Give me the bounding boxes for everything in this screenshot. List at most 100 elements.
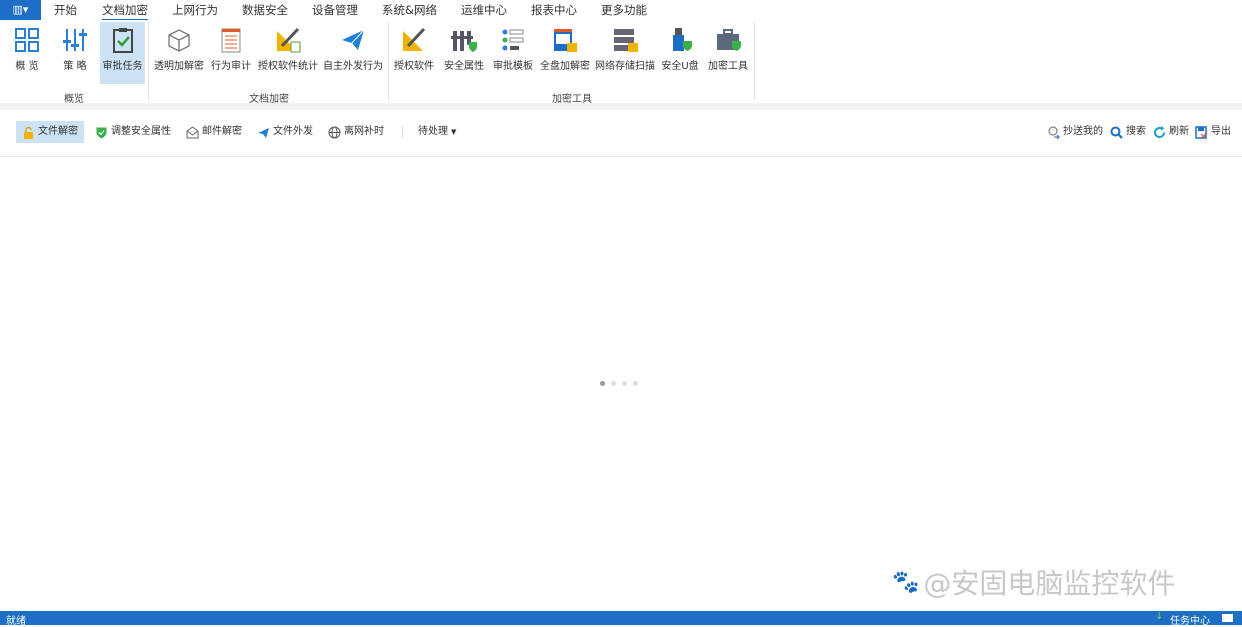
policy-button[interactable]: 策 略 — [56, 22, 94, 84]
clipboard-check-icon — [112, 28, 133, 53]
licensed-software-button[interactable]: 授权软件 — [393, 22, 435, 84]
status-bar: 就绪 ↓ 任务中心 — [0, 611, 1242, 627]
tab-data-security[interactable]: 数据安全 — [242, 2, 288, 18]
report-list-icon — [221, 28, 241, 53]
export-label: 导出 — [1211, 126, 1231, 137]
file-decrypt-label: 文件解密 — [38, 126, 78, 137]
status-filter-dropdown[interactable]: 待处理 ▼ — [412, 121, 462, 143]
down-arrow-icon: ↓ — [1155, 611, 1164, 622]
refresh-button[interactable]: 刷新 — [1147, 121, 1195, 143]
encrypt-tools-button[interactable]: 加密工具 — [706, 22, 750, 84]
loading-dot — [611, 381, 616, 386]
loading-indicator — [600, 381, 638, 386]
network-storage-scan-button[interactable]: 网络存储扫描 — [594, 22, 656, 84]
paper-plane-icon — [258, 127, 269, 138]
watermark: 🐾 @安固电脑监控软件 — [892, 562, 1175, 602]
behavior-audit-label: 行为审计 — [211, 61, 251, 72]
file-decrypt-button[interactable]: 文件解密 — [16, 121, 84, 143]
group-divider — [148, 22, 149, 100]
approval-task-label: 审批任务 — [102, 61, 143, 72]
unlock-icon — [24, 126, 33, 139]
server-lock-icon — [614, 29, 638, 52]
cube-icon — [168, 29, 190, 52]
approval-task-button[interactable]: 审批任务 — [100, 22, 145, 84]
mail-decrypt-label: 邮件解密 — [202, 126, 242, 137]
panel-toggle-icon[interactable] — [1222, 614, 1233, 622]
file-outgoing-label: 文件外发 — [273, 126, 313, 137]
user-list-icon — [502, 29, 524, 51]
action-toolbar: 文件解密 调整安全属性 邮件解密 文件外发 离网补时 待处理 ▼ 抄送我的 搜索 … — [0, 121, 1242, 145]
tab-ops-center[interactable]: 运维中心 — [461, 2, 507, 18]
group-divider — [754, 22, 755, 100]
transparent-encrypt-label: 透明加解密 — [154, 61, 204, 72]
cc-me-button[interactable]: 抄送我的 — [1041, 121, 1109, 143]
ruler-pencil-chart-icon — [277, 27, 301, 53]
licensed-software-stats-button[interactable]: 授权软件统计 — [258, 22, 318, 84]
policy-label: 策 略 — [63, 61, 87, 72]
loading-dot — [622, 381, 627, 386]
status-filter-value: 待处理 — [418, 126, 448, 137]
behavior-audit-button[interactable]: 行为审计 — [210, 22, 252, 84]
adjust-security-attr-button[interactable]: 调整安全属性 — [89, 121, 177, 143]
tab-web-behavior[interactable]: 上网行为 — [172, 2, 218, 18]
mail-decrypt-button[interactable]: 邮件解密 — [180, 121, 248, 143]
loading-dot — [600, 381, 605, 386]
export-button[interactable]: 导出 — [1189, 121, 1237, 143]
caret-down-icon: ▼ — [451, 128, 457, 136]
paw-logo-icon: 🐾 — [892, 569, 920, 595]
search-icon — [1110, 126, 1123, 139]
refresh-label: 刷新 — [1169, 126, 1189, 137]
approval-template-label: 审批模板 — [493, 61, 533, 72]
tab-device-management[interactable]: 设备管理 — [312, 2, 358, 18]
tab-start[interactable]: 开始 — [54, 2, 77, 18]
watermark-text: @安固电脑监控软件 — [923, 567, 1176, 600]
approval-template-button[interactable]: 审批模板 — [492, 22, 534, 84]
group-divider — [388, 22, 389, 100]
paper-plane-icon — [342, 29, 365, 50]
licensed-software-label: 授权软件 — [394, 61, 434, 72]
fence-shield-icon — [451, 31, 477, 52]
grid-icon — [15, 28, 39, 52]
toolbox-icon — [717, 29, 741, 51]
search-label: 搜索 — [1126, 126, 1146, 137]
usb-shield-icon — [673, 28, 692, 51]
globe-icon — [328, 126, 341, 138]
ribbon: 概 览 策 略 审批任务 概览 透明加解密 行为审计 授权软件统计 自主外发行为… — [0, 20, 1242, 105]
self-outgoing-label: 自主外发行为 — [323, 61, 383, 72]
full-disk-encrypt-button[interactable]: 全盘加解密 — [540, 22, 590, 84]
toolbar-divider — [402, 126, 403, 138]
full-disk-encrypt-label: 全盘加解密 — [540, 61, 590, 72]
overview-label: 概 览 — [15, 61, 39, 72]
overview-button[interactable]: 概 览 — [8, 22, 46, 84]
network-storage-scan-label: 网络存储扫描 — [595, 61, 655, 72]
tab-system-network[interactable]: 系统&网络 — [382, 2, 437, 18]
tab-more-features[interactable]: 更多功能 — [601, 2, 647, 18]
offline-time-label: 离网补时 — [344, 126, 384, 137]
refresh-icon — [1154, 125, 1166, 138]
secure-usb-button[interactable]: 安全U盘 — [660, 22, 700, 84]
export-icon — [1195, 125, 1207, 139]
ribbon-bottom-band — [0, 103, 1242, 110]
security-attr-label: 安全属性 — [444, 61, 484, 72]
app-menu-button[interactable]: ▥▾ — [0, 0, 41, 20]
loading-dot — [633, 381, 638, 386]
self-outgoing-button[interactable]: 自主外发行为 — [322, 22, 384, 84]
envelope-icon — [186, 125, 199, 138]
security-attr-button[interactable]: 安全属性 — [442, 22, 486, 84]
transparent-encrypt-button[interactable]: 透明加解密 — [154, 22, 204, 84]
file-outgoing-button[interactable]: 文件外发 — [251, 121, 319, 143]
offline-time-button[interactable]: 离网补时 — [322, 121, 390, 143]
ruler-pencil-icon — [403, 27, 426, 51]
ssd-lock-icon — [554, 29, 577, 52]
toolbar-divider-line — [0, 156, 1242, 157]
sliders-icon — [63, 29, 87, 51]
secure-usb-label: 安全U盘 — [661, 61, 699, 72]
encrypt-tools-label: 加密工具 — [708, 61, 748, 72]
shield-icon — [96, 127, 107, 138]
tab-doc-encryption[interactable]: 文档加密 — [102, 2, 148, 21]
user-arrow-icon — [1048, 126, 1060, 139]
tab-report-center[interactable]: 报表中心 — [531, 2, 577, 18]
menu-bar: ▥▾ 开始 文档加密 上网行为 数据安全 设备管理 系统&网络 运维中心 报表中… — [0, 0, 1242, 21]
search-button[interactable]: 搜索 — [1104, 121, 1152, 143]
licensed-software-stats-label: 授权软件统计 — [258, 61, 318, 72]
